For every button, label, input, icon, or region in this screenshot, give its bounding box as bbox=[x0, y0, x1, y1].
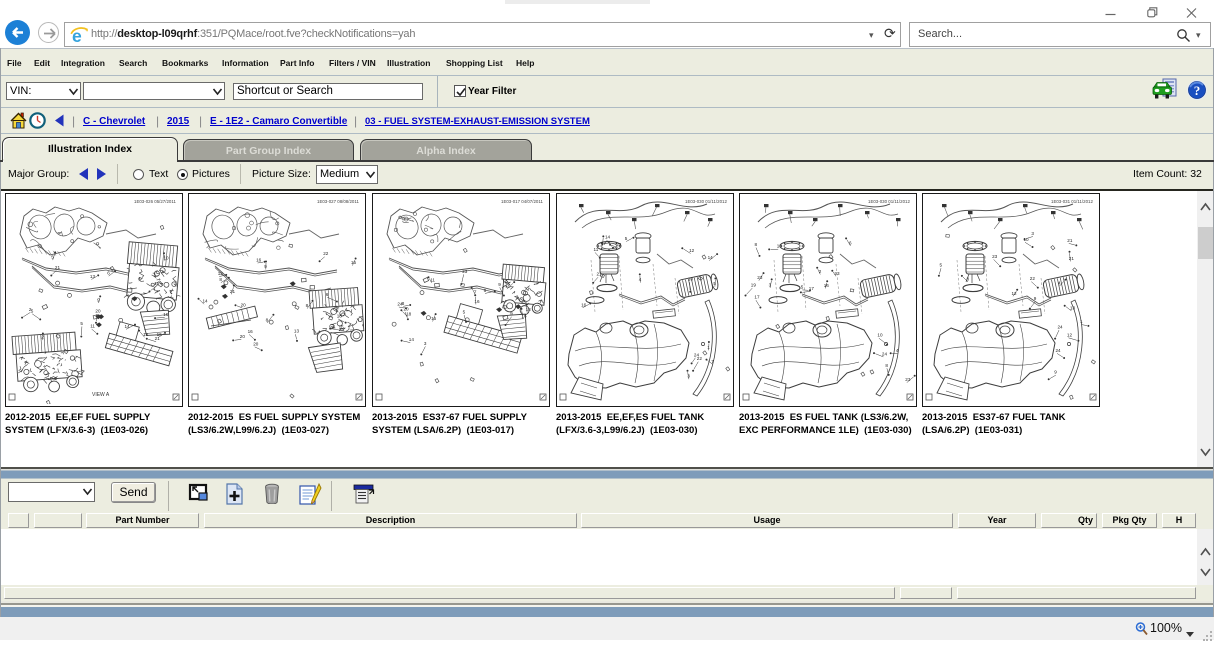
svg-text:13: 13 bbox=[294, 329, 300, 334]
svg-text:1E03-031 01/11/2012: 1E03-031 01/11/2012 bbox=[1051, 199, 1093, 204]
svg-text:13: 13 bbox=[90, 274, 96, 279]
svg-text:19: 19 bbox=[751, 283, 757, 288]
svg-text:5: 5 bbox=[625, 236, 628, 241]
svg-text:17: 17 bbox=[754, 295, 760, 300]
svg-text:7: 7 bbox=[474, 290, 477, 295]
svg-text:22: 22 bbox=[616, 242, 622, 247]
svg-text:14: 14 bbox=[125, 324, 131, 329]
svg-text:17: 17 bbox=[809, 286, 815, 291]
svg-text:8: 8 bbox=[402, 301, 405, 306]
svg-text:12: 12 bbox=[218, 271, 224, 276]
svg-text:6: 6 bbox=[484, 288, 487, 293]
svg-text:18: 18 bbox=[526, 307, 532, 312]
svg-text:5: 5 bbox=[463, 310, 466, 315]
svg-text:1E03-017 04/07/2011: 1E03-017 04/07/2011 bbox=[501, 199, 543, 204]
svg-text:20: 20 bbox=[95, 309, 101, 314]
svg-text:21: 21 bbox=[1067, 238, 1073, 243]
svg-text:21: 21 bbox=[55, 265, 61, 270]
svg-text:24: 24 bbox=[1058, 325, 1064, 330]
svg-text:20: 20 bbox=[253, 341, 259, 346]
svg-text:6: 6 bbox=[107, 271, 110, 276]
svg-text:13: 13 bbox=[1070, 305, 1076, 310]
svg-text:3: 3 bbox=[1031, 231, 1034, 236]
svg-text:24: 24 bbox=[882, 351, 888, 356]
svg-text:5: 5 bbox=[80, 321, 83, 326]
svg-text:16: 16 bbox=[474, 299, 480, 304]
svg-text:9: 9 bbox=[1034, 296, 1037, 301]
svg-text:20: 20 bbox=[241, 302, 247, 307]
svg-text:2: 2 bbox=[819, 269, 822, 274]
svg-text:1: 1 bbox=[1080, 319, 1083, 324]
svg-text:8: 8 bbox=[219, 277, 222, 282]
svg-text:18: 18 bbox=[777, 244, 783, 249]
svg-text:15: 15 bbox=[154, 281, 160, 286]
svg-text:22: 22 bbox=[323, 251, 329, 256]
svg-text:5: 5 bbox=[801, 284, 804, 289]
svg-text:18: 18 bbox=[143, 332, 149, 337]
svg-text:11: 11 bbox=[90, 324, 95, 329]
svg-text:14: 14 bbox=[605, 234, 611, 239]
svg-text:6: 6 bbox=[849, 240, 852, 245]
svg-text:VIEW A: VIEW A bbox=[92, 392, 110, 398]
svg-text:14: 14 bbox=[409, 337, 415, 342]
svg-text:20: 20 bbox=[240, 334, 246, 339]
svg-text:8: 8 bbox=[755, 242, 758, 247]
svg-text:16: 16 bbox=[581, 302, 587, 307]
svg-text:21: 21 bbox=[1069, 256, 1075, 261]
svg-text:10: 10 bbox=[877, 333, 883, 338]
svg-text:15: 15 bbox=[339, 325, 345, 330]
svg-text:9: 9 bbox=[498, 282, 501, 287]
svg-text:12: 12 bbox=[689, 248, 695, 253]
svg-text:1E03-027 08/08/2011: 1E03-027 08/08/2011 bbox=[317, 199, 359, 204]
svg-text:5: 5 bbox=[940, 263, 943, 268]
svg-text:12: 12 bbox=[1067, 332, 1073, 337]
svg-text:14: 14 bbox=[203, 299, 209, 304]
svg-text:23: 23 bbox=[992, 254, 998, 259]
svg-text:16: 16 bbox=[157, 332, 163, 337]
svg-text:2: 2 bbox=[29, 307, 32, 312]
svg-text:8: 8 bbox=[885, 363, 888, 368]
svg-text:10: 10 bbox=[688, 277, 694, 282]
svg-text:1E03-026 05/27/2011: 1E03-026 05/27/2011 bbox=[134, 199, 176, 204]
svg-text:16: 16 bbox=[256, 258, 262, 263]
svg-text:18: 18 bbox=[406, 311, 412, 316]
svg-text:3: 3 bbox=[424, 341, 427, 346]
svg-text:24: 24 bbox=[694, 352, 700, 357]
svg-text:6: 6 bbox=[326, 292, 329, 297]
svg-text:11: 11 bbox=[594, 247, 599, 252]
svg-text:4: 4 bbox=[896, 348, 899, 353]
svg-text:1E03-030 01/11/2012: 1E03-030 01/11/2012 bbox=[868, 199, 910, 204]
svg-text:16: 16 bbox=[248, 329, 254, 334]
svg-text:?: ? bbox=[1194, 83, 1201, 98]
svg-text:9: 9 bbox=[510, 311, 513, 316]
svg-text:18: 18 bbox=[337, 314, 343, 319]
svg-text:1E03-030 01/11/2012: 1E03-030 01/11/2012 bbox=[685, 199, 727, 204]
svg-text:23: 23 bbox=[462, 269, 468, 274]
svg-text:9: 9 bbox=[1054, 370, 1057, 375]
svg-text:24: 24 bbox=[1056, 348, 1062, 353]
svg-text:7: 7 bbox=[711, 359, 714, 364]
svg-text:22: 22 bbox=[1030, 276, 1036, 281]
svg-text:16: 16 bbox=[163, 312, 169, 317]
svg-text:17: 17 bbox=[601, 241, 607, 246]
